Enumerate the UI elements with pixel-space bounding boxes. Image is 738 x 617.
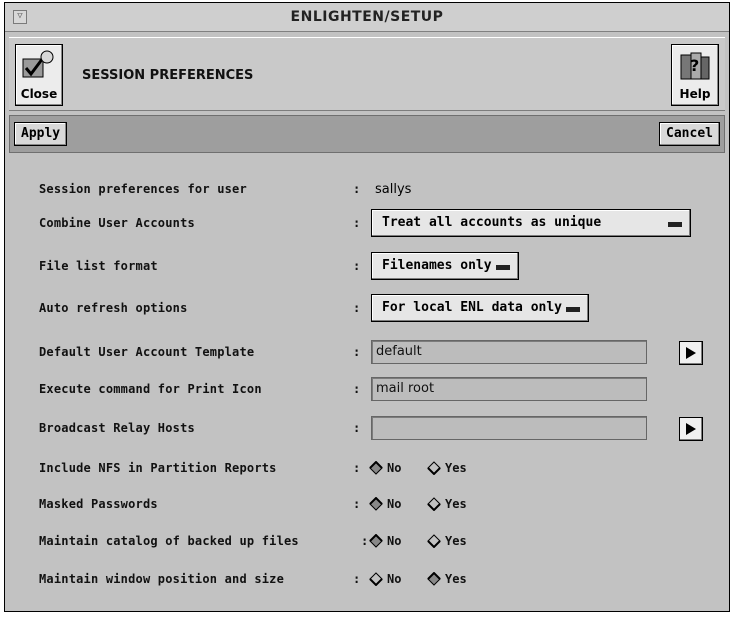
row-masked: Masked Passwords : No Yes [5, 494, 729, 518]
colon: : [353, 572, 361, 586]
nfs-label: Include NFS in Partition Reports [39, 461, 277, 475]
row-combine: Combine User Accounts : Treat all accoun… [5, 209, 729, 237]
row-filelist: File list format : Filenames only [5, 252, 729, 280]
winpos-label: Maintain window position and size [39, 572, 285, 586]
filelist-label: File list format [39, 259, 158, 273]
close-button[interactable]: Close [15, 44, 63, 106]
play-arrow-icon [686, 423, 696, 435]
template-expand-button[interactable] [679, 341, 703, 365]
catalog-no-radio[interactable]: No [369, 534, 401, 548]
relay-expand-button[interactable] [679, 417, 703, 441]
option-menu-indicator-icon [668, 222, 682, 227]
play-arrow-icon [686, 347, 696, 359]
help-button[interactable]: ? Help [671, 44, 719, 106]
section-title: SESSION PREFERENCES [82, 68, 254, 83]
radio-unselected-icon [427, 461, 441, 475]
combine-selected: Treat all accounts as unique [382, 215, 602, 230]
action-toolbar: Apply Cancel [9, 115, 725, 153]
colon: : [353, 301, 361, 315]
radio-selected-icon [369, 461, 383, 475]
catalog-yes-radio[interactable]: Yes [427, 534, 467, 548]
row-winpos: Maintain window position and size : No Y… [5, 569, 729, 593]
nfs-no-radio[interactable]: No [369, 461, 401, 475]
colon: : [353, 182, 361, 196]
help-book-icon: ? [680, 52, 710, 80]
cancel-button[interactable]: Cancel [659, 122, 720, 146]
relay-hosts-field[interactable] [371, 416, 647, 440]
apply-button[interactable]: Apply [14, 122, 68, 146]
row-catalog: Maintain catalog of backed up files : No… [5, 531, 729, 555]
nfs-yes-radio[interactable]: Yes [427, 461, 467, 475]
masked-label: Masked Passwords [39, 497, 158, 511]
account-template-field[interactable]: default [371, 340, 647, 364]
winpos-no-radio[interactable]: No [369, 572, 401, 586]
svg-text:?: ? [690, 56, 699, 75]
print-command-field[interactable]: mail root [371, 377, 647, 401]
help-label: Help [679, 87, 711, 101]
window-title: ENLIGHTEN/SETUP [290, 9, 444, 25]
masked-yes-radio[interactable]: Yes [427, 497, 467, 511]
colon: : [353, 421, 361, 435]
row-user: Session preferences for user : sallys [5, 179, 729, 203]
autorefresh-label: Auto refresh options [39, 301, 188, 315]
user-label: Session preferences for user [39, 182, 247, 196]
template-label: Default User Account Template [39, 345, 255, 359]
option-menu-indicator-icon [566, 307, 581, 312]
radio-selected-icon [369, 497, 383, 511]
printcmd-label: Execute command for Print Icon [39, 382, 262, 396]
relay-label: Broadcast Relay Hosts [39, 421, 195, 435]
winpos-yes-radio[interactable]: Yes [427, 572, 467, 586]
radio-unselected-icon [427, 534, 441, 548]
row-nfs: Include NFS in Partition Reports : No Ye… [5, 458, 729, 482]
setup-window: ▽ ENLIGHTEN/SETUP Close SESSION PREFEREN… [4, 2, 730, 612]
colon: : [361, 534, 369, 548]
colon: : [353, 461, 361, 475]
radio-selected-icon [369, 534, 383, 548]
close-label: Close [20, 87, 58, 101]
row-template: Default User Account Template : default [5, 340, 729, 366]
row-autorefresh: Auto refresh options : For local ENL dat… [5, 294, 729, 322]
colon: : [353, 216, 361, 230]
filelist-selected: Filenames only [382, 258, 492, 273]
option-menu-indicator-icon [495, 265, 510, 270]
checkmark-box-icon [22, 50, 54, 78]
header-panel: Close SESSION PREFERENCES ? Help [9, 37, 725, 111]
colon: : [353, 382, 361, 396]
user-value: sallys [375, 182, 412, 197]
colon: : [353, 345, 361, 359]
file-list-format-dropdown[interactable]: Filenames only [371, 252, 519, 280]
masked-no-radio[interactable]: No [369, 497, 401, 511]
colon: : [353, 259, 361, 273]
radio-unselected-icon [427, 497, 441, 511]
row-printcmd: Execute command for Print Icon : mail ro… [5, 377, 729, 403]
combine-label: Combine User Accounts [39, 216, 195, 230]
catalog-label: Maintain catalog of backed up files [39, 534, 299, 548]
radio-unselected-icon [369, 572, 383, 586]
colon: : [353, 497, 361, 511]
row-relay: Broadcast Relay Hosts : [5, 416, 729, 442]
radio-selected-icon [427, 572, 441, 586]
autorefresh-selected: For local ENL data only [382, 300, 563, 315]
title-bar[interactable]: ▽ ENLIGHTEN/SETUP [5, 3, 729, 32]
combine-accounts-dropdown[interactable]: Treat all accounts as unique [371, 209, 691, 237]
auto-refresh-dropdown[interactable]: For local ENL data only [371, 294, 590, 322]
